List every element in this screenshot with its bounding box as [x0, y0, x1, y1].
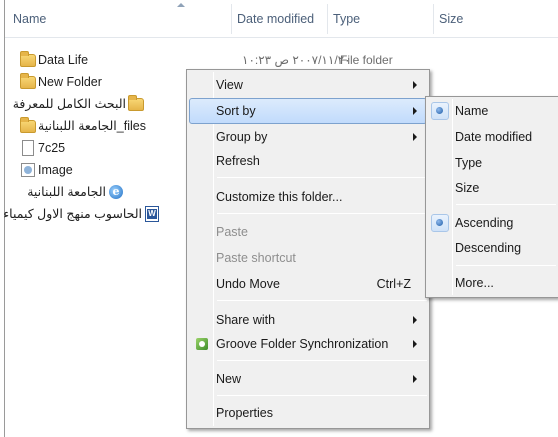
- groove-sync-icon: [195, 337, 209, 351]
- image-icon: [20, 162, 36, 178]
- menu-item-label: Name: [455, 104, 489, 118]
- sort-option-more[interactable]: More...: [428, 270, 556, 296]
- menu-item-label: View: [216, 78, 243, 92]
- file-name: Image: [38, 163, 73, 177]
- sort-order-ascending[interactable]: Ascending: [428, 210, 556, 236]
- file-name: 7c25: [38, 141, 66, 155]
- menu-item-label: Paste: [216, 225, 248, 239]
- file-name: الجامعة اللبنانية: [27, 185, 106, 199]
- menu-item-group-by[interactable]: Group by: [189, 124, 427, 150]
- menu-item-paste: Paste: [189, 219, 427, 245]
- menu-item-label: Refresh: [216, 154, 260, 168]
- sort-option-size[interactable]: Size: [428, 175, 556, 201]
- menu-separator: [217, 300, 427, 301]
- word-doc-icon: [144, 206, 160, 222]
- file-icon: [20, 140, 36, 156]
- menu-item-label: Group by: [216, 130, 268, 144]
- submenu-arrow-icon: [413, 340, 417, 348]
- submenu-arrow-icon: [413, 81, 417, 89]
- column-date-modified[interactable]: Date modified: [231, 0, 327, 38]
- sort-option-type[interactable]: Type: [428, 150, 556, 176]
- submenu-arrow-icon: [413, 375, 417, 383]
- column-name[interactable]: Name: [7, 0, 231, 38]
- menu-item-label: More...: [455, 276, 494, 290]
- context-menu: View Sort by Group by Refresh Customize …: [186, 69, 430, 429]
- file-name: الجامعة اللبنانية_files: [38, 119, 146, 133]
- menu-item-label: Properties: [216, 406, 273, 420]
- submenu-arrow-icon: [413, 316, 417, 324]
- menu-item-label: New: [216, 372, 242, 386]
- submenu-arrow-icon: [413, 133, 417, 141]
- menu-separator: [217, 360, 427, 361]
- menu-item-sort-by[interactable]: Sort by: [189, 98, 427, 124]
- menu-item-label: Type: [455, 156, 483, 170]
- sort-option-name[interactable]: Name: [428, 98, 556, 124]
- file-type: File folder: [340, 53, 393, 67]
- menu-separator: [456, 204, 556, 205]
- menu-item-properties[interactable]: Properties: [189, 400, 427, 426]
- file-row-data-life[interactable]: Data Life ٢٠٠٧/١١/٢٠ ص ١٠:٢٣ File folder: [8, 51, 393, 69]
- file-name: الحاسوب منهج الاول كيمياء: [3, 207, 142, 221]
- sort-ascending-icon: [177, 3, 185, 7]
- keyboard-shortcut: Ctrl+Z: [376, 277, 411, 291]
- menu-item-new[interactable]: New: [189, 366, 427, 392]
- folder-icon: [20, 51, 36, 68]
- menu-item-paste-shortcut: Paste shortcut: [189, 245, 427, 271]
- menu-item-label: Share with: [216, 313, 276, 327]
- radio-selected-icon: [436, 107, 443, 114]
- menu-separator: [217, 177, 427, 178]
- menu-item-refresh[interactable]: Refresh: [189, 148, 427, 174]
- submenu-arrow-icon: [413, 107, 417, 115]
- menu-item-groove-sync[interactable]: Groove Folder Synchronization: [189, 331, 427, 357]
- radio-selected-icon: [436, 219, 443, 226]
- column-header: Name Date modified Type Size: [5, 0, 558, 38]
- menu-separator: [456, 265, 556, 266]
- menu-item-label: Size: [455, 181, 480, 195]
- menu-item-undo-move[interactable]: Undo Move Ctrl+Z: [189, 271, 427, 297]
- folder-icon: [128, 95, 144, 112]
- file-date: ٢٠٠٧/١١/٢٠ ص ١٠:٢٣: [242, 53, 351, 67]
- sort-option-date-modified[interactable]: Date modified: [428, 124, 556, 150]
- file-name: البحث الكامل للمعرفة: [12, 97, 126, 111]
- menu-item-view[interactable]: View: [189, 72, 427, 98]
- menu-item-label: Date modified: [455, 130, 533, 144]
- menu-item-label: Sort by: [216, 104, 256, 118]
- menu-item-label: Customize this folder...: [216, 190, 343, 204]
- menu-item-label: Descending: [455, 241, 522, 255]
- sort-order-descending[interactable]: Descending: [428, 235, 556, 261]
- menu-separator: [217, 395, 427, 396]
- folder-icon: [20, 73, 36, 90]
- menu-separator: [217, 213, 427, 214]
- sort-by-submenu: Name Date modified Type Size Ascending D…: [425, 96, 558, 298]
- menu-item-customize-folder[interactable]: Customize this folder...: [189, 184, 427, 210]
- menu-item-label: Undo Move: [216, 277, 280, 291]
- menu-item-label: Groove Folder Synchronization: [216, 337, 389, 351]
- file-name: Data Life: [38, 53, 89, 67]
- file-name: New Folder: [38, 75, 102, 89]
- column-size[interactable]: Size: [433, 0, 533, 38]
- folder-icon: [20, 117, 36, 134]
- explorer-window: Name Date modified Type Size Data Life ٢…: [0, 0, 558, 437]
- ie-html-icon: e: [108, 184, 124, 200]
- column-type[interactable]: Type: [327, 0, 433, 38]
- menu-item-label: Ascending: [455, 216, 514, 230]
- menu-item-share-with[interactable]: Share with: [189, 307, 427, 333]
- menu-item-label: Paste shortcut: [216, 251, 296, 265]
